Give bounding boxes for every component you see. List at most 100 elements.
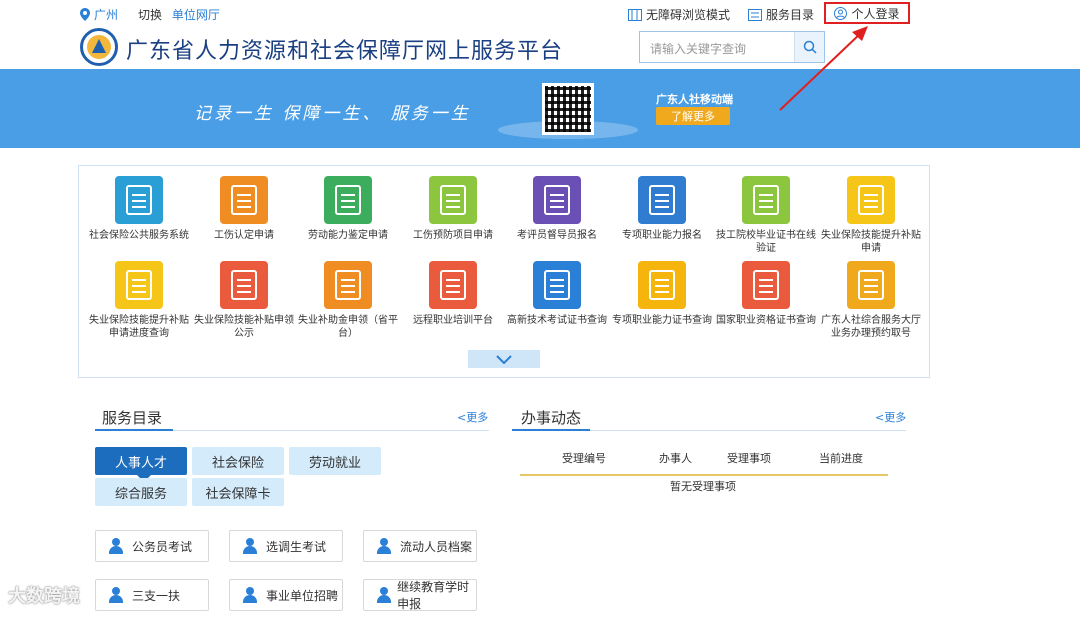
- tab-comprehensive[interactable]: 综合服务: [95, 478, 187, 506]
- service-icon: [742, 261, 790, 309]
- service-icon: [638, 261, 686, 309]
- quick-link-three-supports[interactable]: 三支一扶: [95, 579, 209, 611]
- service-label: 专项职业能力证书查询: [612, 315, 712, 326]
- column-header-acceptance-no: 受理编号: [562, 452, 606, 465]
- promo-banner[interactable]: 记录一生 保障一生、 服务一生 广东人社移动端 了解更多: [0, 69, 1080, 148]
- user-icon: [834, 6, 848, 20]
- service-label: 社会保险公共服务系统: [89, 230, 189, 241]
- quick-link-institution-recruitment[interactable]: 事业单位招聘: [229, 579, 343, 611]
- service-item[interactable]: 工伤认定申请: [192, 176, 296, 242]
- site-logo[interactable]: [80, 28, 118, 66]
- news-more-link[interactable]: <更多: [875, 409, 906, 425]
- empty-state-text: 暂无受理事项: [670, 480, 736, 493]
- service-icon: [115, 176, 163, 224]
- service-label: 技工院校毕业证书在线验证: [716, 230, 816, 254]
- service-icon: [742, 176, 790, 224]
- service-label: 失业补助金申领（省平台）: [298, 315, 398, 339]
- quick-link-label: 继续教育学时申报: [397, 580, 470, 611]
- service-label: 失业保险技能提升补贴申请进度查询: [89, 315, 189, 339]
- service-item[interactable]: 社会保险公共服务系统: [87, 176, 191, 242]
- service-item[interactable]: 专项职业能力报名: [610, 176, 714, 242]
- service-item[interactable]: 失业保险技能提升补贴申请: [819, 176, 923, 255]
- service-icon: [533, 261, 581, 309]
- service-icon: [115, 261, 163, 309]
- person-icon: [108, 587, 124, 603]
- service-label: 高新技术考试证书查询: [507, 315, 607, 326]
- unit-hall-link[interactable]: 单位网厅: [172, 8, 220, 22]
- qr-code: [542, 83, 594, 135]
- tab-labor-employment[interactable]: 劳动就业: [289, 447, 381, 475]
- chevron-down-icon: [496, 354, 512, 364]
- service-label: 失业保险技能提升补贴申请: [821, 230, 921, 254]
- quick-link-civil-service-exam[interactable]: 公务员考试: [95, 530, 209, 562]
- service-catalog-link[interactable]: 服务目录: [748, 6, 814, 23]
- person-icon: [376, 587, 392, 603]
- service-label: 工伤认定申请: [214, 230, 274, 241]
- person-icon: [242, 587, 258, 603]
- location-pin-icon: [80, 8, 90, 21]
- service-item[interactable]: 劳动能力鉴定申请: [296, 176, 400, 242]
- switch-label[interactable]: 切换: [138, 8, 162, 22]
- service-icon: [429, 261, 477, 309]
- column-header-applicant: 办事人: [659, 452, 692, 465]
- column-header-progress: 当前进度: [819, 452, 863, 465]
- top-bar: 广州 切换 单位网厅 无障碍浏览模式 服务目录 个人登录: [0, 0, 1080, 26]
- expand-button[interactable]: [468, 350, 540, 368]
- service-item[interactable]: 工伤预防项目申请: [401, 176, 505, 242]
- accessibility-link[interactable]: 无障碍浏览模式: [628, 6, 730, 23]
- service-icon: [533, 176, 581, 224]
- personal-login-button[interactable]: 个人登录: [824, 2, 910, 24]
- service-icon: [429, 176, 477, 224]
- quick-link-continuing-education[interactable]: 继续教育学时申报: [363, 579, 477, 611]
- service-item[interactable]: 失业补助金申领（省平台）: [296, 261, 400, 340]
- person-icon: [376, 538, 392, 554]
- person-icon: [242, 538, 258, 554]
- location-selector[interactable]: 广州: [80, 6, 118, 23]
- quick-link-label: 流动人员档案: [400, 539, 473, 554]
- mobile-app-label: 广东人社移动端: [656, 93, 733, 106]
- quick-link-label: 选调生考试: [266, 539, 327, 554]
- service-item[interactable]: 国家职业资格证书查询: [714, 261, 818, 327]
- search-button[interactable]: [794, 32, 824, 62]
- banner-slogan: 记录一生 保障一生、 服务一生: [194, 104, 471, 124]
- search-icon: [803, 40, 817, 54]
- service-item[interactable]: 专项职业能力证书查询: [610, 261, 714, 327]
- service-item[interactable]: 失业保险技能提升补贴申请进度查询: [87, 261, 191, 340]
- service-item[interactable]: 远程职业培训平台: [401, 261, 505, 327]
- service-label: 国家职业资格证书查询: [716, 315, 816, 326]
- service-catalog-label: 服务目录: [766, 8, 815, 22]
- search-input[interactable]: 请输入关键字查询: [650, 40, 746, 57]
- quick-link-selected-graduate-exam[interactable]: 选调生考试: [229, 530, 343, 562]
- table-divider: [520, 474, 888, 476]
- service-item[interactable]: 高新技术考试证书查询: [505, 261, 609, 327]
- service-item[interactable]: 失业保险技能补贴申领公示: [192, 261, 296, 340]
- search-box[interactable]: 请输入关键字查询: [639, 31, 825, 63]
- service-label: 工伤预防项目申请: [413, 230, 493, 241]
- service-item[interactable]: 技工院校毕业证书在线验证: [714, 176, 818, 255]
- location-label: 广州: [94, 8, 119, 22]
- quick-link-label: 事业单位招聘: [266, 588, 339, 603]
- service-icon: [638, 176, 686, 224]
- catalog-more-link[interactable]: <更多: [457, 409, 488, 425]
- service-item[interactable]: 考评员督导员报名: [505, 176, 609, 242]
- news-divider: [512, 429, 906, 431]
- service-item[interactable]: 广东人社综合服务大厅业务办理预约取号: [819, 261, 923, 340]
- news-heading: 办事动态: [521, 409, 582, 427]
- service-grid: 社会保险公共服务系统 工伤认定申请 劳动能力鉴定申请 工伤预防项目申请 考评员督导员报名…: [78, 165, 930, 378]
- column-header-matter: 受理事项: [727, 452, 771, 465]
- service-icon: [220, 176, 268, 224]
- site-title: 广东省人力资源和社会保障厅网上服务平台: [126, 39, 564, 64]
- service-label: 专项职业能力报名: [622, 230, 702, 241]
- tab-social-security-card[interactable]: 社会保障卡: [192, 478, 284, 506]
- service-icon: [324, 261, 372, 309]
- learn-more-button[interactable]: 了解更多: [656, 107, 730, 125]
- catalog-icon: [748, 8, 762, 21]
- quick-link-label: 公务员考试: [132, 539, 193, 554]
- service-icon: [847, 261, 895, 309]
- switch-area: 切换 单位网厅: [138, 6, 220, 23]
- quick-link-floating-archives[interactable]: 流动人员档案: [363, 530, 477, 562]
- tab-social-insurance[interactable]: 社会保险: [192, 447, 284, 475]
- tab-personnel[interactable]: 人事人才: [95, 447, 187, 482]
- site-header: 广东省人力资源和社会保障厅网上服务平台 请输入关键字查询: [0, 26, 1080, 68]
- service-label: 考评员督导员报名: [517, 230, 597, 241]
